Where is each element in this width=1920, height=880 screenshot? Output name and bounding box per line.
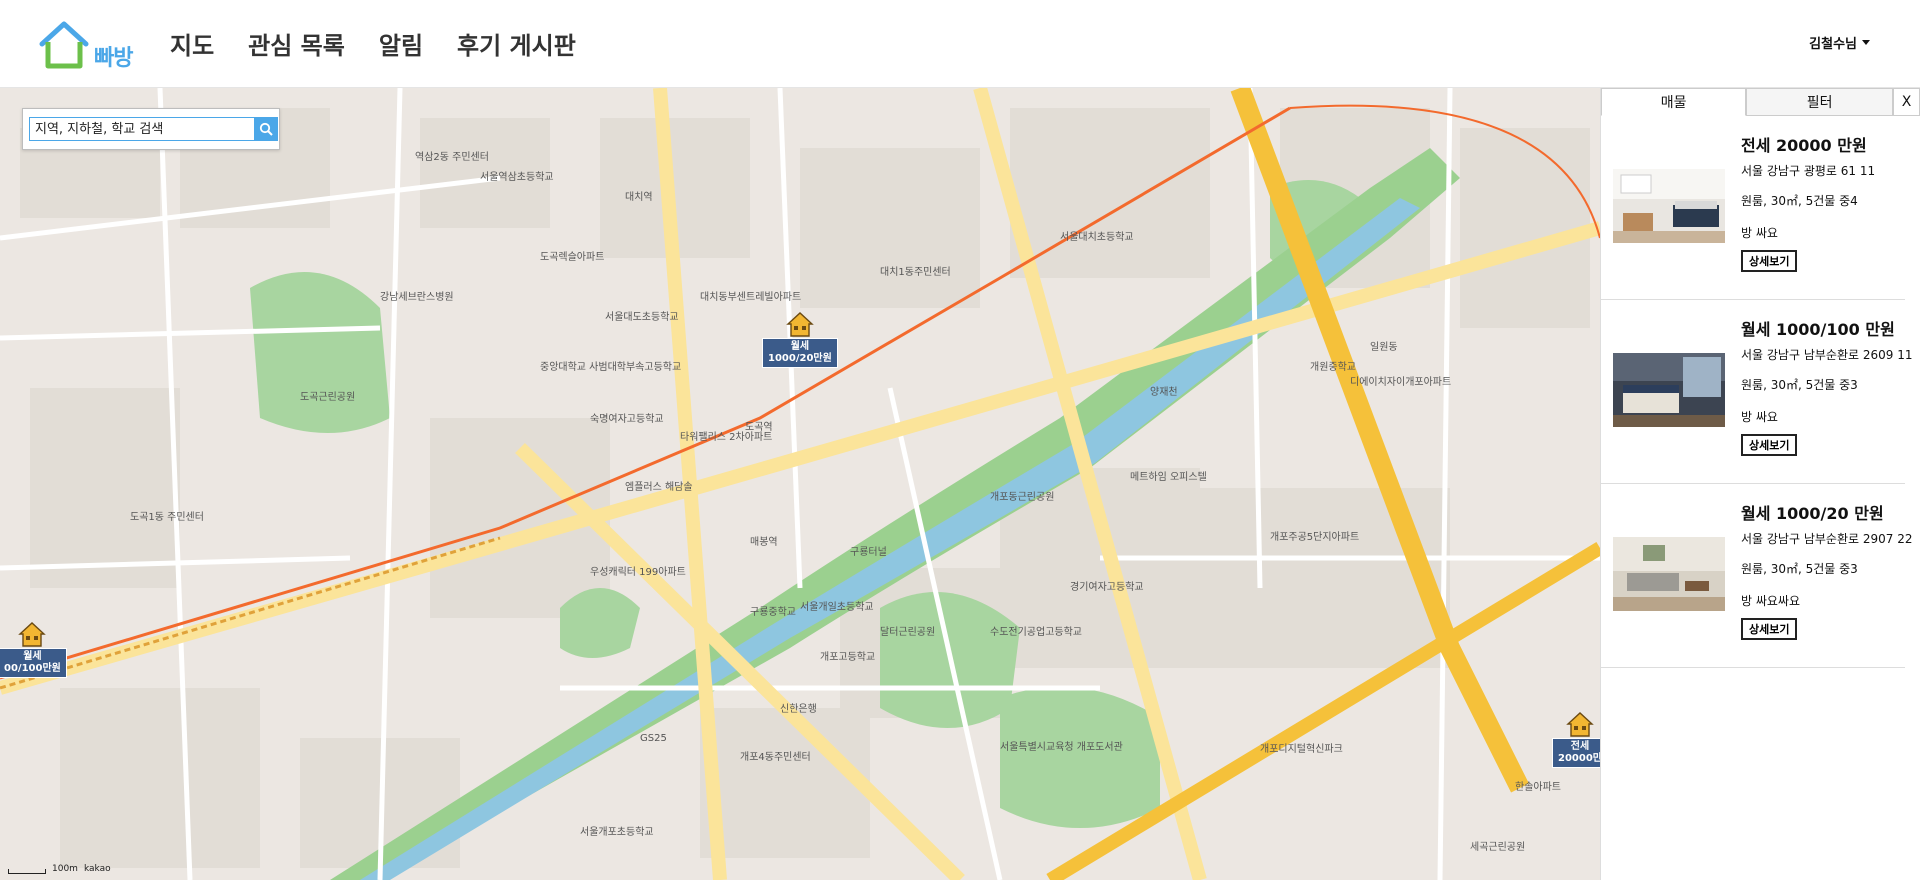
place-label: 숙명여자고등학교 [590,414,664,425]
marker-price-label: 월세 00/100만원 [0,648,67,678]
detail-button[interactable]: 상세보기 [1741,250,1798,272]
place-label: 개포동근린공원 [990,492,1055,503]
listing-options: 방 싸요 [1741,226,1778,240]
map-view[interactable]: 역삼2동 주민센터 서울역삼초등학교 강남세브란스병원 도곡근린공원 대치동부센… [0,88,1600,880]
place-label: 경기여자고등학교 [1070,582,1144,593]
place-label: 세곡근린공원 [1470,842,1526,853]
place-label: 구룡터널 [850,547,887,558]
detail-button[interactable]: 상세보기 [1741,434,1798,456]
map-search-box [22,108,280,150]
place-label: 서울개일초등학교 [800,602,874,613]
search-input[interactable] [29,117,255,141]
nav-notifications[interactable]: 알림 [379,26,423,61]
place-label: 개원중학교 [1310,362,1356,373]
listing-marker[interactable]: 전세 20000만 [1552,710,1600,768]
listing-title: 월세 1000/20 만원 [1741,504,1884,523]
place-label: 수도전기공업고등학교 [990,627,1082,638]
house-marker-icon [786,312,814,337]
nav-map[interactable]: 지도 [170,26,214,61]
listing-card[interactable]: 월세 1000/20 만원 서울 강남구 남부순환로 2907 22 원룸, 3… [1601,484,1912,668]
place-label: 양재천 [1150,387,1178,398]
place-label: 도곡렉슬아파트 [540,252,605,263]
place-label: 디에이치자이개포아파트 [1350,377,1452,388]
listing-title: 전세 20000 만원 [1741,136,1867,155]
place-label: GS25 [640,733,667,744]
place-label: 강남세브란스병원 [380,292,454,303]
main-nav: 지도 관심 목록 알림 후기 게시판 [170,26,576,61]
listing-options: 방 싸요싸요 [1741,594,1801,608]
place-label: 역삼2동 주민센터 [415,152,489,163]
top-header: 빠방 지도 관심 목록 알림 후기 게시판 김철수님 [0,0,1920,88]
listing-options: 방 싸요 [1741,410,1778,424]
logo-text: 빠방 [94,46,133,71]
place-label: 달터근린공원 [880,627,936,638]
house-marker-icon [18,622,47,647]
marker-price-label: 월세 1000/20만원 [762,338,838,368]
place-label: 한솔아파트 [1515,782,1561,793]
tab-filter[interactable]: 필터 [1746,88,1894,116]
listing-info: 원룸, 30㎡, 5건물 중3 [1741,378,1858,392]
place-label: 개포주공5단지아파트 [1270,532,1360,543]
user-name: 김철수님 [1809,37,1857,52]
app-logo[interactable]: 빠방 [38,20,142,72]
search-button[interactable] [254,117,278,141]
detail-button[interactable]: 상세보기 [1741,618,1798,640]
listing-photo [1613,353,1725,427]
listing-address: 서울 강남구 남부순환로 2907 22 [1741,532,1913,546]
place-label: 엠플러스 해담솔 [625,482,693,493]
map-scale: 100m kakao [8,864,111,874]
place-label: 매봉역 [750,537,778,548]
place-label: 개포디지털혁신파크 [1260,744,1343,755]
listing-info: 원룸, 30㎡, 5건물 중4 [1741,194,1858,208]
listing-photo [1613,537,1725,611]
place-label: 대치동부센트레빌아파트 [700,292,802,303]
house-marker-icon [1566,712,1594,737]
nav-review-board[interactable]: 후기 게시판 [457,26,576,61]
panel-tabs: 매물 필터 X [1601,88,1920,116]
listing-info: 원룸, 30㎡, 5건물 중3 [1741,562,1858,576]
listing-address: 서울 강남구 남부순환로 2609 11 [1741,348,1913,362]
place-label: 서울대도초등학교 [605,312,679,323]
marker-price-label: 전세 20000만 [1552,738,1600,768]
listing-card[interactable]: 월세 1000/100 만원 서울 강남구 남부순환로 2609 11 원룸, … [1601,300,1912,484]
place-label: 메트하임 오피스텔 [1130,472,1207,483]
place-label: 개포고등학교 [820,652,876,663]
nav-favorites[interactable]: 관심 목록 [248,26,345,61]
listing-marker[interactable]: 월세 00/100만원 [0,620,67,678]
scale-bar [8,869,46,874]
place-label: 개포4동주민센터 [740,752,811,763]
place-label: 구룡중학교 [750,607,796,618]
place-label: 신한은행 [780,704,817,715]
place-label: 중앙대학교 사범대학부속고등학교 [540,362,682,373]
place-label: 타워팰리스 2차아파트 [680,432,773,443]
map-provider-logo: kakao [83,864,111,874]
chevron-down-icon [1862,40,1870,45]
listing-address: 서울 강남구 광평로 61 11 [1741,164,1876,178]
listing-photo [1613,169,1725,243]
place-label: 서울개포초등학교 [580,827,654,838]
place-label: 서울특별시교육청 개포도서관 [1000,742,1123,753]
search-icon [259,122,273,136]
listing-card[interactable]: 전세 20000 만원 서울 강남구 광평로 61 11 원룸, 30㎡, 5건… [1601,116,1905,300]
place-label: 대치역 [625,192,653,203]
place-label: 도곡1동 주민센터 [130,512,204,523]
close-icon[interactable]: X [1893,88,1920,116]
place-label: 서울역삼초등학교 [480,172,554,183]
scale-label: 100m [52,864,78,874]
user-menu[interactable]: 김철수님 [1809,33,1870,52]
listing-title: 월세 1000/100 만원 [1741,320,1895,339]
tab-listings[interactable]: 매물 [1601,88,1747,116]
place-label: 도곡근린공원 [300,392,356,403]
place-label: 일원동 [1370,342,1398,353]
place-label: 대치1동주민센터 [880,267,951,278]
listing-marker[interactable]: 월세 1000/20만원 [762,310,838,368]
place-label: 서울대치초등학교 [1060,232,1134,243]
place-label: 우성캐릭터 199아파트 [590,567,686,578]
house-logo-icon [39,21,89,69]
listing-panel: 매물 필터 X 전세 20000 만원 서울 강남구 광평로 61 11 원룸,… [1600,88,1920,880]
